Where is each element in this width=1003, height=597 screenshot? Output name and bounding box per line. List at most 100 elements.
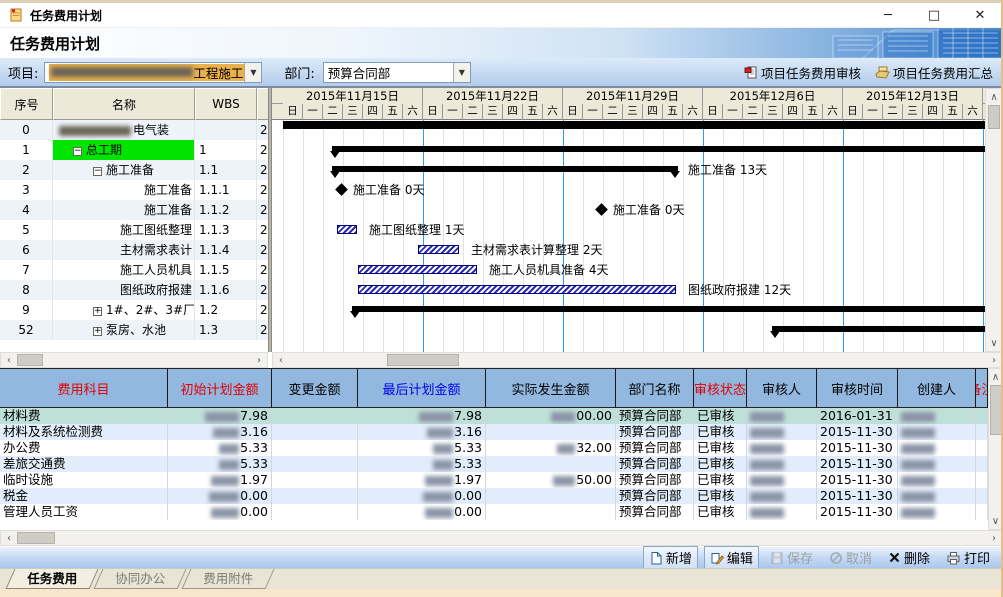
cost-cell	[898, 440, 976, 456]
cost-row[interactable]: 差旅交通费5.335.33预算合同部已审核2015-11-30	[0, 456, 988, 472]
chevron-down-icon[interactable]: ▼	[244, 63, 261, 82]
scroll-left-icon[interactable]: ‹	[1, 531, 17, 545]
cost-row[interactable]: 税金0.000.00预算合同部已审核2015-11-30	[0, 488, 988, 504]
task-bar[interactable]	[418, 245, 459, 254]
task-row[interactable]: 2−施工准备1.12	[0, 160, 268, 180]
cost-col-header[interactable]: 审核人	[747, 369, 817, 407]
summary-bar[interactable]	[772, 326, 985, 332]
cost-cell-value: 0.00	[240, 504, 268, 519]
scroll-left-icon[interactable]: ‹	[1, 353, 17, 367]
task-row[interactable]: 4施工准备1.1.22	[0, 200, 268, 220]
scroll-right-icon[interactable]: ›	[251, 353, 267, 367]
scroll-right-icon[interactable]: ›	[986, 531, 1002, 545]
cost-cell: 预算合同部	[616, 504, 694, 520]
cost-row[interactable]: 材料费7.987.9800.00预算合同部已审核2016-01-31	[0, 408, 988, 424]
scroll-left-icon[interactable]: ‹	[273, 353, 289, 367]
blurred-text	[901, 428, 935, 438]
cost-cell	[898, 488, 976, 504]
gantt-day-label: 五	[943, 104, 963, 120]
project-combobox[interactable]: 工程施工 ▼	[44, 62, 262, 83]
task-bar[interactable]	[358, 265, 477, 274]
cost-cell: 已审核	[694, 440, 747, 456]
cost-cell: 2015-11-30	[817, 504, 898, 520]
task-bar[interactable]	[337, 225, 357, 234]
minimize-button[interactable]: ─	[865, 3, 911, 27]
cost-col-header[interactable]: 变更金额	[272, 369, 358, 407]
task-row[interactable]: 7施工人员机具1.1.52	[0, 260, 268, 280]
cost-col-header[interactable]: 实际发生金额	[486, 369, 616, 407]
tab-费用附件[interactable]: 费用附件	[182, 569, 275, 589]
gantt-day-label: 三	[763, 104, 783, 120]
cost-col-header[interactable]: 费用科目	[0, 369, 168, 407]
cost-col-header[interactable]: 审核时间	[817, 369, 898, 407]
tab-任务费用[interactable]: 任务费用	[6, 569, 99, 589]
gantt-chart-body[interactable]: 施工准备 13天施工准备 0天施工准备 0天施工图纸整理 1天主材需求表计算整理…	[272, 120, 985, 352]
close-button[interactable]: ✕	[957, 3, 1003, 27]
col-header-name[interactable]: 名称	[53, 88, 195, 120]
cost-col-header[interactable]: 部门名称	[616, 369, 694, 407]
dept-combobox[interactable]: 预算合同部 ▼	[323, 62, 471, 83]
task-row[interactable]: 6主材需求表计1.1.42	[0, 240, 268, 260]
tab-协同办公[interactable]: 协同办公	[94, 569, 187, 589]
task-row[interactable]: 0电气装2	[0, 120, 268, 140]
maximize-button[interactable]: □	[911, 3, 957, 27]
collapse-icon[interactable]: −	[93, 167, 102, 176]
expand-icon[interactable]: +	[93, 327, 102, 336]
cost-col-header[interactable]: 审核状态	[694, 369, 747, 407]
summary-start-cap	[350, 311, 360, 318]
cost-cell	[747, 472, 817, 488]
milestone-diamond[interactable]	[595, 203, 608, 216]
scrollbar-thumb[interactable]	[990, 385, 1002, 435]
collapse-icon[interactable]: −	[73, 147, 82, 156]
edit-button[interactable]: 编辑	[704, 546, 759, 569]
gantt-row-band	[272, 140, 985, 160]
cost-cell: 差旅交通费	[0, 456, 168, 472]
cost-row[interactable]: 临时设施1.971.9750.00预算合同部已审核2015-11-30	[0, 472, 988, 488]
scrollbar-thumb[interactable]	[988, 105, 1000, 129]
gantt-week-label: 2015年12月13日	[843, 88, 983, 104]
col-header-wbs[interactable]: WBS	[195, 88, 257, 120]
cost-cell-value: 预算合同部	[619, 456, 682, 471]
scrollbar-thumb[interactable]	[387, 354, 459, 366]
print-button[interactable]: 打印	[941, 547, 995, 568]
cost-col-header[interactable]: 初始计划金额	[168, 369, 272, 407]
cost-row[interactable]: 管理人员工资0.000.00预算合同部已审核2015-11-30	[0, 504, 988, 520]
grid-horizontal-scrollbar[interactable]: ‹ ›	[0, 352, 268, 368]
task-row[interactable]: 1−总工期12	[0, 140, 268, 160]
project-task-cost-summary-button[interactable]: 项目任务费用汇总	[875, 63, 993, 82]
scroll-up-icon[interactable]: ∧	[986, 89, 1002, 105]
cost-cell	[898, 504, 976, 520]
task-row[interactable]: 9+1#、2#、3#厂房1.22	[0, 300, 268, 320]
cost-row[interactable]: 办公费5.335.3332.00预算合同部已审核2015-11-30	[0, 440, 988, 456]
cost-row[interactable]: 材料及系统检测费3.163.16预算合同部已审核2015-11-30	[0, 424, 988, 440]
task-bar[interactable]	[358, 285, 676, 294]
task-row[interactable]: 3施工准备1.1.12	[0, 180, 268, 200]
cost-cell-value: 已审核	[697, 488, 735, 503]
project-summary-bar[interactable]	[283, 121, 985, 129]
summary-bar[interactable]	[332, 166, 678, 172]
cost-col-header[interactable]: 创建人	[898, 369, 976, 407]
expand-icon[interactable]: +	[93, 307, 102, 316]
summary-bar[interactable]	[352, 306, 985, 312]
scrollbar-thumb[interactable]	[17, 532, 55, 544]
scroll-down-icon[interactable]: ∨	[986, 335, 1002, 351]
col-header-seq[interactable]: 序号	[0, 88, 53, 120]
summary-bar[interactable]	[332, 146, 985, 152]
task-wbs: 1	[195, 140, 257, 160]
task-row[interactable]: 52+泵房、水池1.32	[0, 320, 268, 340]
delete-button[interactable]: 删除	[883, 547, 935, 568]
gantt-horizontal-scrollbar[interactable]: ‹ ›	[272, 352, 1003, 368]
cost-col-header[interactable]: 最后计划金额	[358, 369, 486, 407]
scrollbar-thumb[interactable]	[17, 354, 43, 366]
new-button[interactable]: 新增	[643, 546, 698, 569]
scroll-right-icon[interactable]: ›	[986, 353, 1002, 367]
cost-cell: 5.33	[168, 456, 272, 472]
cost-col-header[interactable]: 备注	[976, 369, 988, 407]
task-row[interactable]: 5施工图纸整理1.1.32	[0, 220, 268, 240]
task-row[interactable]: 8图纸政府报建1.1.62	[0, 280, 268, 300]
milestone-diamond[interactable]	[335, 183, 348, 196]
cost-table-horizontal-scrollbar[interactable]: ‹ ›	[0, 530, 1003, 546]
chevron-down-icon[interactable]: ▼	[453, 63, 470, 82]
blurred-project-text	[51, 67, 193, 77]
project-task-cost-review-button[interactable]: 项目任务费用审核	[744, 63, 861, 82]
